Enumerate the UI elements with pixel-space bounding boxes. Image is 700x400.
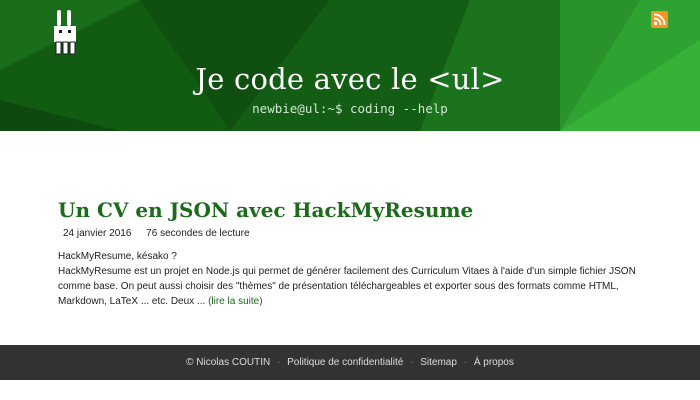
- site-footer: © Nicolas COUTIN · Politique de confiden…: [0, 345, 700, 380]
- post-title-link[interactable]: Un CV en JSON avec HackMyResume: [58, 198, 473, 222]
- copyright-icon: ©: [186, 357, 194, 368]
- site-header: Je code avec le <ul> newbie@ul:~$ coding…: [0, 0, 700, 131]
- footer-link-privacy[interactable]: Politique de confidentialité: [287, 357, 403, 368]
- excerpt-body: HackMyResume est un projet en Node.js qu…: [58, 266, 636, 307]
- post-excerpt: HackMyResume, késako ? HackMyResume est …: [58, 249, 648, 309]
- excerpt-body-block: HackMyResume est un projet en Node.js qu…: [58, 264, 648, 309]
- footer-link-sitemap[interactable]: Sitemap: [420, 357, 457, 368]
- footer-separator: ·: [410, 357, 414, 368]
- post-date: 24 janvier 2016: [63, 228, 132, 239]
- post-reading-time: 76 secondes de lecture: [146, 228, 250, 239]
- footer-link-about[interactable]: À propos: [474, 357, 514, 368]
- footer-separator: ·: [463, 357, 468, 368]
- footer-author: Nicolas COUTIN: [196, 357, 271, 368]
- footer-separator: ·: [276, 357, 281, 368]
- site-title[interactable]: Je code avec le <ul>: [0, 62, 700, 96]
- excerpt-heading: HackMyResume, késako ?: [58, 251, 177, 262]
- post-meta: 24 janvier 2016 76 secondes de lecture: [63, 228, 262, 239]
- rss-icon[interactable]: [651, 11, 668, 28]
- bunny-logo-icon[interactable]: [50, 8, 80, 56]
- read-more-link[interactable]: (lire la suite): [208, 296, 262, 307]
- site-tagline: newbie@ul:~$ coding --help: [252, 101, 448, 116]
